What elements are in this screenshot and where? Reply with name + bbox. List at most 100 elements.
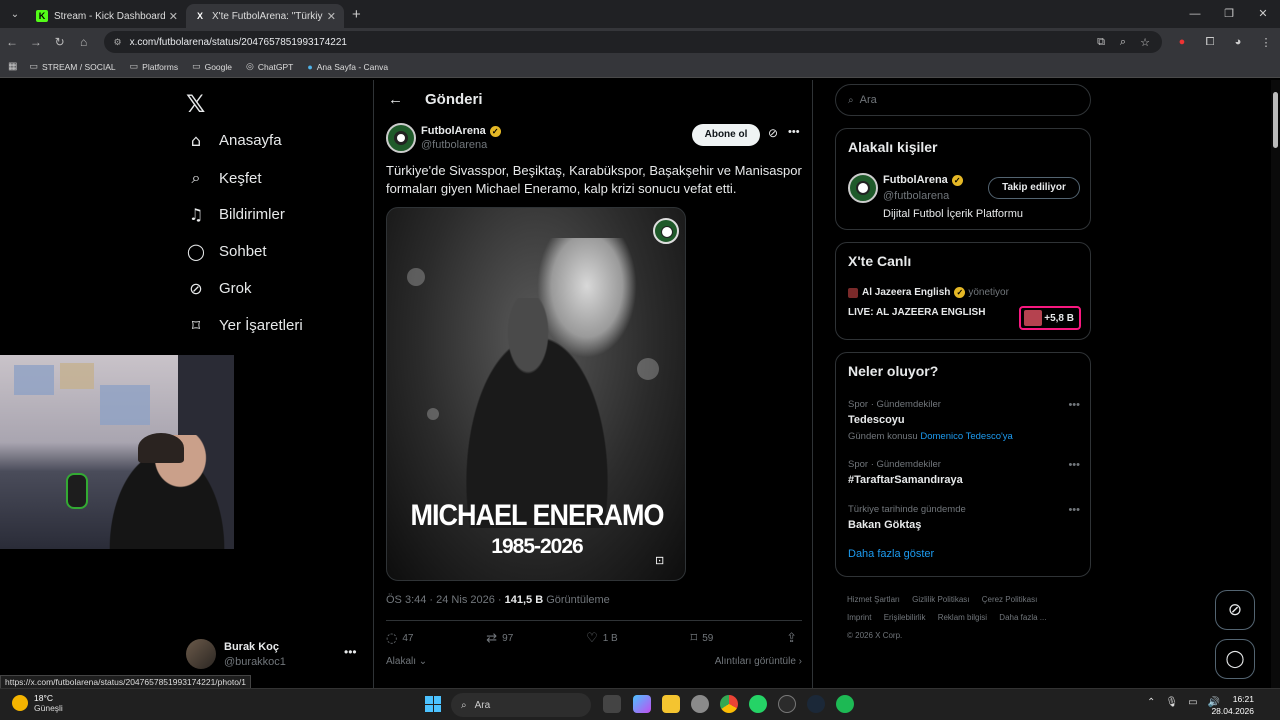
author-avatar[interactable] (386, 123, 416, 153)
close-window-button[interactable]: ✕ (1246, 0, 1280, 28)
close-tab-icon[interactable]: ✕ (327, 10, 336, 23)
account-switcher[interactable]: Burak Koç @burakkoc1 ••• (186, 639, 357, 669)
home-button[interactable]: ⌂ (72, 35, 96, 49)
bookmark-folder[interactable]: ▭ STREAM / SOCIAL (29, 61, 115, 72)
more-icon[interactable]: ••• (1068, 399, 1080, 411)
nav-grok[interactable]: ⊘ Grok (186, 279, 251, 298)
bookmark-icon: ⌑ (690, 631, 698, 646)
site-info-icon[interactable]: ⚙ (114, 37, 122, 48)
network-icon[interactable]: ▭ (1188, 697, 1197, 708)
new-tab-button[interactable]: + (352, 6, 361, 23)
nav-explore[interactable]: ⌕ Keşfet (186, 168, 262, 188)
footer-links: Hizmet Şartları Gizlilik Politikası Çere… (847, 595, 1047, 640)
reply-sort-row: Alakalı ⌄ Alıntıları görüntüle › (386, 656, 802, 667)
post-author[interactable]: FutbolArena ✓ @futbolarena (386, 123, 501, 153)
grok-icon[interactable]: ⊘ (768, 126, 778, 140)
taskbar-search[interactable]: ⌕ Ara (451, 693, 591, 717)
reply-icon: ◌ (386, 631, 398, 646)
trend-item[interactable]: Spor · Gündemdekiler Tedescoyu Gündem ko… (848, 399, 1080, 442)
spotify-icon[interactable] (836, 695, 854, 713)
settings-icon[interactable] (691, 695, 709, 713)
link-status-bar: https://x.com/futbolarena/status/2047657… (0, 675, 252, 689)
show-more-link[interactable]: Daha fazla göster (848, 548, 934, 560)
nav-notifications[interactable]: ♫ Bildirimler (186, 205, 285, 224)
tab-x-post[interactable]: X X'te FutbolArena: "Türkiye'de Si ✕ (186, 4, 344, 28)
trend-item[interactable]: Spor · Gündemdekiler #TaraftarSamandıray… (848, 459, 1080, 486)
post-image[interactable]: MICHAEL ENERAMO 1985-2026 ⊡ (386, 207, 686, 581)
subscribe-button[interactable]: Abone ol (692, 124, 760, 146)
bookmark-folder[interactable]: ▭ Platforms (130, 61, 178, 72)
obs-icon[interactable] (778, 695, 796, 713)
live-host[interactable]: Al Jazeera English ✓ yönetiyor (848, 287, 1009, 298)
more-icon[interactable]: ••• (788, 126, 800, 138)
clock[interactable]: 16:21 28.04.2026 (1211, 693, 1254, 717)
file-explorer-icon[interactable] (662, 695, 680, 713)
close-tab-icon[interactable]: ✕ (169, 10, 178, 23)
repost-button[interactable]: ⇄ 97 (486, 631, 513, 646)
grok-image-icon[interactable]: ⊡ (655, 554, 664, 567)
trend-item[interactable]: Türkiye tarihinde gündemde Bakan Göktaş … (848, 504, 1080, 531)
task-view-icon[interactable] (603, 695, 621, 713)
bookmark-link[interactable]: ◎ ChatGPT (246, 61, 293, 72)
following-button[interactable]: Takip ediliyor (988, 177, 1080, 199)
more-icon[interactable]: ••• (1068, 459, 1080, 471)
reload-button[interactable]: ↻ (48, 35, 72, 49)
tab-kick-dashboard[interactable]: K Stream - Kick Dashboard ✕ (28, 4, 186, 28)
bookmark-folder[interactable]: ▭ Google (192, 61, 232, 72)
whatsapp-icon[interactable] (749, 695, 767, 713)
back-button[interactable]: ← (0, 35, 24, 49)
zoom-icon[interactable]: ⌕ (1112, 36, 1134, 49)
search-input[interactable]: ⌕ Ara (835, 84, 1091, 116)
post-column: ← Gönderi FutbolArena ✓ @futbolarena Abon… (373, 80, 813, 688)
profile-icon[interactable]: ◕ (1224, 36, 1252, 49)
windows-start-icon[interactable] (425, 696, 441, 712)
post-meta: ÖS 3:44 · 24 Nis 2026 · 141,5 B Görüntül… (386, 594, 610, 606)
browser-menu-icon[interactable]: ⋮ (1252, 36, 1280, 49)
extensions-puzzle-icon[interactable]: ⧠ (1196, 36, 1224, 49)
url-bar[interactable]: ⚙ x.com/futbolarena/status/2047657851993… (103, 31, 1162, 53)
chevron-up-icon[interactable]: ⌃ (1147, 697, 1155, 708)
minimize-button[interactable]: — (1178, 0, 1212, 28)
relevance-dropdown[interactable]: Alakalı ⌄ (386, 656, 427, 667)
live-listeners-badge[interactable]: +5,8 B (1019, 306, 1081, 330)
chatgpt-icon: ◎ (246, 61, 254, 71)
bookmark-link[interactable]: ● Ana Sayfa - Canva (307, 62, 388, 72)
avatar[interactable] (848, 173, 878, 203)
more-icon[interactable]: ••• (1068, 504, 1080, 516)
view-quotes-link[interactable]: Alıntıları görüntüle › (715, 656, 802, 667)
scrollbar[interactable] (1271, 80, 1280, 688)
tab-search-icon[interactable]: ⌄ (6, 5, 24, 23)
nav-home[interactable]: ⌂ Anasayfa (186, 131, 282, 150)
windows-taskbar: 18°C Güneşli ⌕ Ara ⌃ 🎙 ▭ 🔊 16:21 28.04.2… (0, 688, 1280, 720)
more-icon[interactable]: ••• (344, 645, 357, 659)
forward-button[interactable]: → (24, 35, 48, 49)
share-button[interactable]: ⇪ (786, 631, 802, 646)
player-photo (447, 298, 627, 528)
chrome-icon[interactable] (720, 695, 738, 713)
x-logo-icon[interactable]: 𝕏 (186, 90, 205, 118)
messages-fab-icon[interactable]: ◯ (1215, 639, 1255, 679)
steam-icon[interactable] (807, 695, 825, 713)
verified-badge-icon: ✓ (489, 125, 501, 137)
microphone-icon[interactable]: 🎙 (1165, 697, 1178, 708)
nav-chat[interactable]: ◯ Sohbet (186, 242, 267, 261)
extension-icon[interactable]: ● (1168, 36, 1196, 49)
weather-widget[interactable]: 18°C Güneşli (12, 693, 63, 713)
reply-button[interactable]: ◌ 47 (386, 631, 413, 646)
maximize-button[interactable]: ❐ (1212, 0, 1246, 28)
canva-icon: ● (307, 61, 313, 72)
install-icon[interactable]: ⧉ (1090, 36, 1112, 49)
nav-bookmarks[interactable]: ⌑ Yer İşaretleri (186, 316, 303, 335)
folder-icon: ▭ (129, 61, 139, 71)
grok-fab-icon[interactable]: ⊘ (1215, 590, 1255, 630)
grok-icon: ⊘ (189, 279, 203, 298)
copilot-icon[interactable] (633, 695, 651, 713)
like-button[interactable]: ♡ 1 B (586, 631, 618, 646)
bell-icon: ♫ (188, 205, 204, 224)
bookmark-button[interactable]: ⌑ 59 (691, 631, 714, 646)
al-jazeera-icon (848, 287, 858, 298)
bookmark-star-icon[interactable]: ☆ (1134, 36, 1156, 49)
apps-grid-icon[interactable]: ▦ (8, 61, 17, 72)
back-arrow-icon[interactable]: ← (388, 91, 403, 108)
verified-badge-icon: ✓ (954, 287, 966, 298)
